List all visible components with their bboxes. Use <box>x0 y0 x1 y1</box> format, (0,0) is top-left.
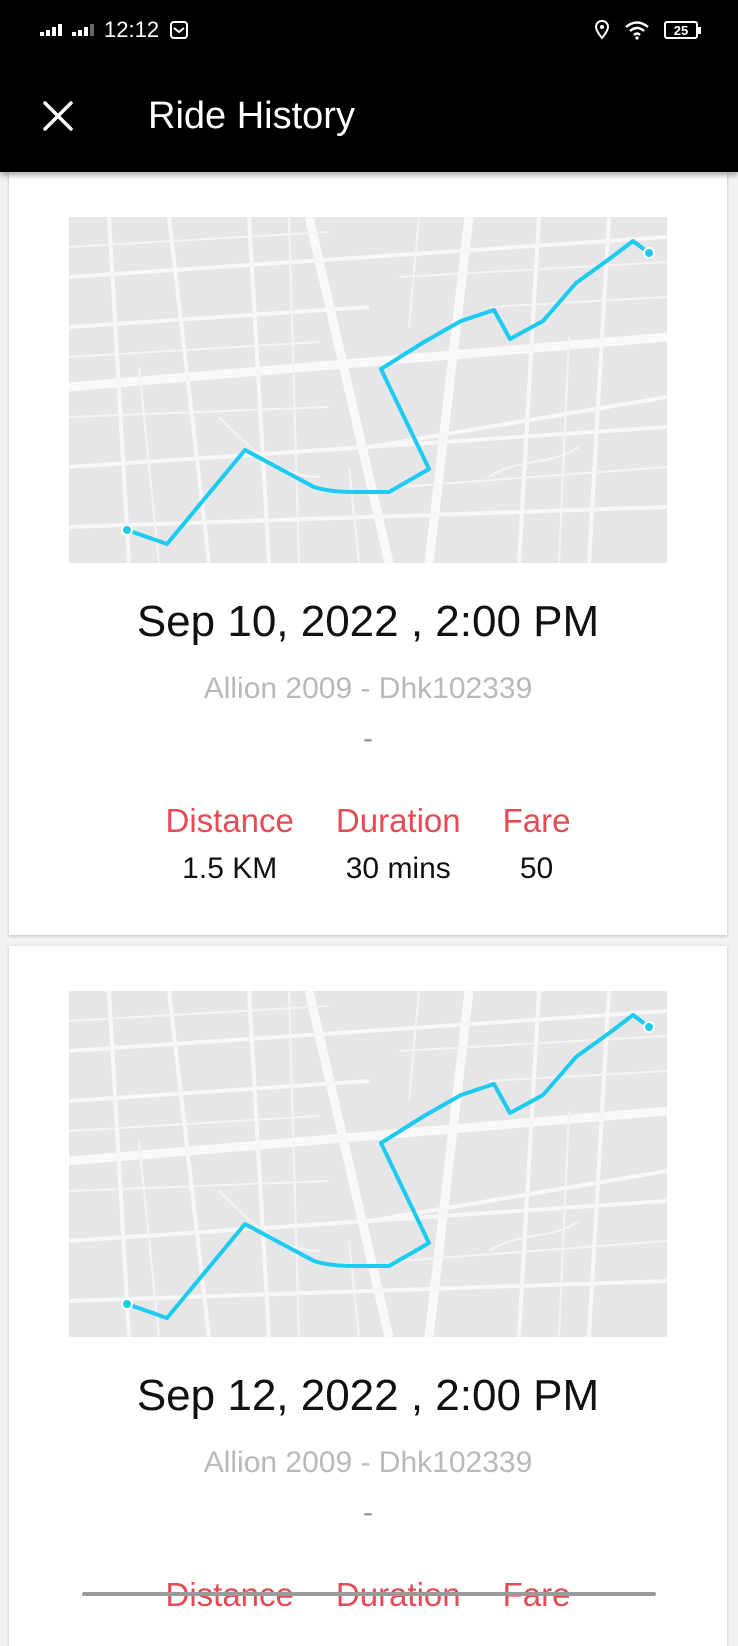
route-start-dot <box>121 1298 133 1310</box>
page-title: Ride History <box>148 94 355 137</box>
ride-vehicle: Allion 2009 - Dhk102339 <box>203 1446 533 1479</box>
ride-datetime: Sep 10, 2022 , 2:00 PM <box>136 597 600 646</box>
fare-label: Fare <box>502 802 571 839</box>
ride-card[interactable]: Sep 12, 2022 , 2:00 PM Allion 2009 - Dhk… <box>9 946 727 1646</box>
app-bar: Ride History <box>0 60 738 172</box>
ride-datetime: Sep 12, 2022 , 2:00 PM <box>136 1371 600 1420</box>
duration-value: 30 mins <box>345 852 451 885</box>
distance-value: 1.5 KM <box>182 852 278 885</box>
wifi-icon <box>625 21 649 40</box>
ride-note: - <box>363 1496 373 1529</box>
distance-stat: Distance 1.5 KM <box>166 802 294 886</box>
ride-stats: Distance 1.5 KM Duration 30 mins Fare 50 <box>9 802 727 886</box>
mail-icon <box>170 21 189 39</box>
route-map <box>69 217 667 563</box>
location-icon <box>594 20 610 40</box>
route-end-dot <box>643 1021 655 1033</box>
route-end-dot <box>643 247 655 259</box>
battery-icon: 25 <box>664 21 701 39</box>
status-bar: 12:12 25 <box>0 0 738 60</box>
signal-icon-2 <box>72 24 94 36</box>
route-map <box>69 991 667 1337</box>
battery-level: 25 <box>673 22 689 38</box>
ride-note: - <box>363 722 373 755</box>
distance-label: Distance <box>165 802 294 839</box>
ride-stats: Distance Duration Fare <box>9 1576 727 1626</box>
scroll-indicator[interactable] <box>82 1592 656 1596</box>
fare-value: 50 <box>519 852 554 885</box>
ride-vehicle: Allion 2009 - Dhk102339 <box>203 672 533 705</box>
distance-stat: Distance <box>166 1576 294 1626</box>
ride-card[interactable]: Sep 10, 2022 , 2:00 PM Allion 2009 - Dhk… <box>9 172 727 935</box>
fare-stat: Fare 50 <box>503 802 571 886</box>
close-icon <box>43 101 73 131</box>
signal-icon <box>40 24 62 36</box>
route-start-dot <box>121 524 133 536</box>
status-time: 12:12 <box>104 17 160 42</box>
duration-label: Duration <box>335 802 461 839</box>
close-button[interactable] <box>28 86 88 146</box>
fare-stat: Fare <box>503 1576 571 1626</box>
duration-stat: Duration 30 mins <box>336 802 461 886</box>
duration-stat: Duration <box>336 1576 461 1626</box>
